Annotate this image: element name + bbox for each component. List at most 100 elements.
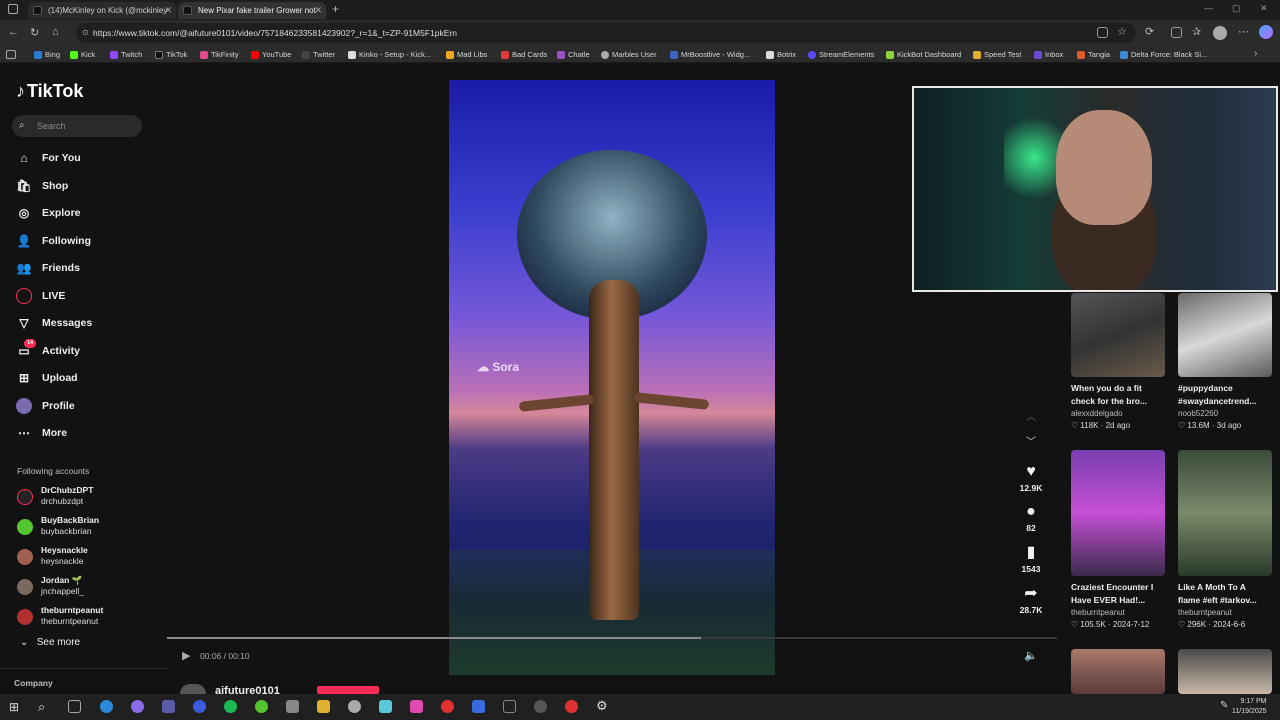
app-icon[interactable] bbox=[472, 700, 485, 713]
spotify-icon[interactable] bbox=[224, 700, 237, 713]
close-tab-icon[interactable]: ✕ bbox=[164, 2, 172, 19]
bookmark-item[interactable]: Twitter bbox=[302, 48, 335, 62]
author-name[interactable]: aifuture0101 bbox=[215, 685, 280, 694]
next-video-icon[interactable]: ﹀ bbox=[1026, 433, 1036, 448]
app-icon[interactable] bbox=[379, 700, 392, 713]
like-button[interactable]: ♥ 12.9K bbox=[1012, 463, 1050, 493]
volume-icon[interactable]: 🔈 bbox=[1024, 649, 1038, 662]
related-video-card[interactable]: When you do a fit check for the bro... al… bbox=[1071, 293, 1167, 432]
nav-messages[interactable]: ▽ Messages bbox=[16, 313, 92, 333]
menu-dots-icon[interactable]: ⋯ bbox=[1238, 25, 1249, 38]
following-account[interactable]: Heysnackle heysnackle bbox=[17, 545, 88, 571]
app-icon[interactable] bbox=[348, 700, 361, 713]
nav-following[interactable]: 👤 Following bbox=[16, 231, 91, 251]
tiktok-logo[interactable]: ♪ TikTok bbox=[16, 81, 83, 102]
following-account[interactable]: DrChubzDPT drchubzdpt bbox=[17, 485, 93, 511]
related-video-card[interactable] bbox=[1071, 649, 1167, 694]
following-account[interactable]: Jordan 🌱 jnchappell_ bbox=[17, 575, 84, 601]
bookmark-item[interactable]: TikFinity bbox=[200, 48, 239, 62]
nav-live[interactable]: LIVE bbox=[16, 286, 65, 306]
previous-video-icon[interactable]: ︿ bbox=[1026, 408, 1036, 423]
taskbar-clock[interactable]: 9:17 PM 11/19/2025 bbox=[1232, 697, 1267, 717]
bookmark-item[interactable]: Delta Force: Black Si... bbox=[1120, 48, 1207, 62]
sidebar-toggle-icon[interactable] bbox=[8, 4, 18, 14]
app-icon[interactable] bbox=[410, 700, 423, 713]
refresh-icon[interactable]: ↻ bbox=[30, 26, 39, 39]
settings-gear-icon[interactable]: ⚙ bbox=[596, 698, 608, 714]
related-video-card[interactable]: Like A Moth To Aflame #eft #tarkov... th… bbox=[1178, 450, 1274, 631]
bookmark-item[interactable]: Speed Test bbox=[973, 48, 1021, 62]
bookmark-item[interactable]: YouTube bbox=[251, 48, 291, 62]
home-icon[interactable]: ⌂ bbox=[52, 26, 59, 38]
pen-icon[interactable]: ✎ bbox=[1220, 700, 1228, 711]
following-account[interactable]: theburntpeanut theburntpeanut bbox=[17, 605, 103, 631]
share-button[interactable]: ➦ 28.7K bbox=[1012, 585, 1050, 615]
app-icon[interactable] bbox=[503, 700, 516, 713]
bookmark-item[interactable]: Bad Cards bbox=[501, 48, 547, 62]
file-explorer-icon[interactable] bbox=[317, 700, 330, 713]
app-icon[interactable] bbox=[162, 700, 175, 713]
bookmark-item[interactable]: Chatle bbox=[557, 48, 590, 62]
favorites-icon[interactable]: ✰ bbox=[1192, 25, 1201, 38]
browser-profile-avatar[interactable] bbox=[1213, 26, 1227, 40]
maximize-icon[interactable]: ▢ bbox=[1232, 3, 1241, 14]
bookmark-item[interactable]: Mad Libs bbox=[446, 48, 487, 62]
chevron-right-icon[interactable]: › bbox=[1254, 48, 1257, 59]
nav-more[interactable]: ⋯ More bbox=[16, 423, 67, 443]
browser-tab-1[interactable]: (14)McKinley on Kick (@mckinley ✕ bbox=[28, 2, 176, 19]
related-video-card[interactable] bbox=[1178, 649, 1274, 694]
video-frame[interactable]: ☁ Sora bbox=[449, 80, 775, 675]
bookmark-button[interactable]: ▮ 1543 bbox=[1012, 544, 1050, 574]
nav-profile[interactable]: Profile bbox=[16, 396, 75, 416]
video-progress-bar[interactable] bbox=[167, 637, 1057, 639]
extensions-icon[interactable]: ⟳ bbox=[1145, 25, 1154, 38]
copilot-icon[interactable] bbox=[1259, 25, 1273, 39]
bookmark-item[interactable]: StreamElements bbox=[808, 48, 874, 62]
see-more-button[interactable]: ⌄ See more bbox=[20, 637, 80, 648]
comment-button[interactable]: ● 82 bbox=[1012, 503, 1050, 533]
close-tab-icon[interactable]: ✕ bbox=[314, 2, 322, 19]
task-view-icon[interactable] bbox=[68, 700, 81, 713]
bookmark-item[interactable]: Tangia bbox=[1077, 48, 1110, 62]
play-icon[interactable]: ▶ bbox=[182, 649, 190, 662]
extension-icon[interactable] bbox=[1171, 27, 1182, 38]
nav-friends[interactable]: 👥 Friends bbox=[16, 258, 80, 278]
nav-activity[interactable]: ▭ 14 Activity bbox=[16, 339, 80, 361]
author-avatar[interactable] bbox=[180, 684, 206, 694]
company-link[interactable]: Company bbox=[14, 678, 53, 688]
app-icon[interactable] bbox=[131, 700, 144, 713]
reader-icon[interactable] bbox=[1097, 27, 1108, 38]
app-icon[interactable] bbox=[193, 700, 206, 713]
app-icon[interactable] bbox=[286, 700, 299, 713]
favorite-star-icon[interactable]: ☆ bbox=[1117, 25, 1127, 38]
related-video-card[interactable]: Craziest Encounter I Have EVER Had!... th… bbox=[1071, 450, 1167, 631]
bookmark-item[interactable]: TikTok bbox=[155, 48, 187, 62]
back-icon[interactable]: ← bbox=[8, 26, 19, 38]
bookmark-item[interactable]: Kinko - Setup - Kick... bbox=[348, 48, 431, 62]
follow-button[interactable] bbox=[317, 686, 379, 694]
related-video-card[interactable]: #puppydance #swaydancetrend... noob52260 … bbox=[1178, 293, 1274, 432]
new-tab-button[interactable]: + bbox=[332, 2, 339, 16]
bookmark-item[interactable]: Inbox bbox=[1034, 48, 1063, 62]
site-info-icon[interactable]: ⊙ bbox=[82, 23, 89, 43]
bookmark-item[interactable]: Bing bbox=[34, 48, 60, 62]
bookmarks-folder-icon[interactable] bbox=[6, 50, 16, 59]
app-icon[interactable] bbox=[565, 700, 578, 713]
nav-upload[interactable]: ⊞ Upload bbox=[16, 368, 78, 388]
bookmark-item[interactable]: Botrix bbox=[766, 48, 796, 62]
following-account[interactable]: BuyBackBrian buybackbrian bbox=[17, 515, 99, 541]
app-icon[interactable] bbox=[255, 700, 268, 713]
app-icon[interactable] bbox=[534, 700, 547, 713]
url-field[interactable]: ⊙ https://www.tiktok.com/@aifuture0101/v… bbox=[76, 23, 1136, 43]
bookmark-item[interactable]: Twitch bbox=[110, 48, 142, 62]
bookmark-item[interactable]: Marbles User bbox=[601, 48, 657, 62]
bookmark-item[interactable]: MrBoostlive - Widg... bbox=[670, 48, 750, 62]
minimize-icon[interactable]: — bbox=[1204, 3, 1213, 13]
browser-tab-2[interactable]: New Pixar fake trailer Grower not ✕ bbox=[178, 2, 326, 19]
close-window-icon[interactable]: ✕ bbox=[1260, 3, 1268, 14]
app-icon[interactable] bbox=[441, 700, 454, 713]
search-icon[interactable]: ⌕ bbox=[38, 699, 45, 715]
search-input[interactable]: ⌕ Search bbox=[12, 115, 142, 137]
bookmark-item[interactable]: Kick bbox=[70, 48, 95, 62]
edge-icon[interactable] bbox=[100, 700, 113, 713]
